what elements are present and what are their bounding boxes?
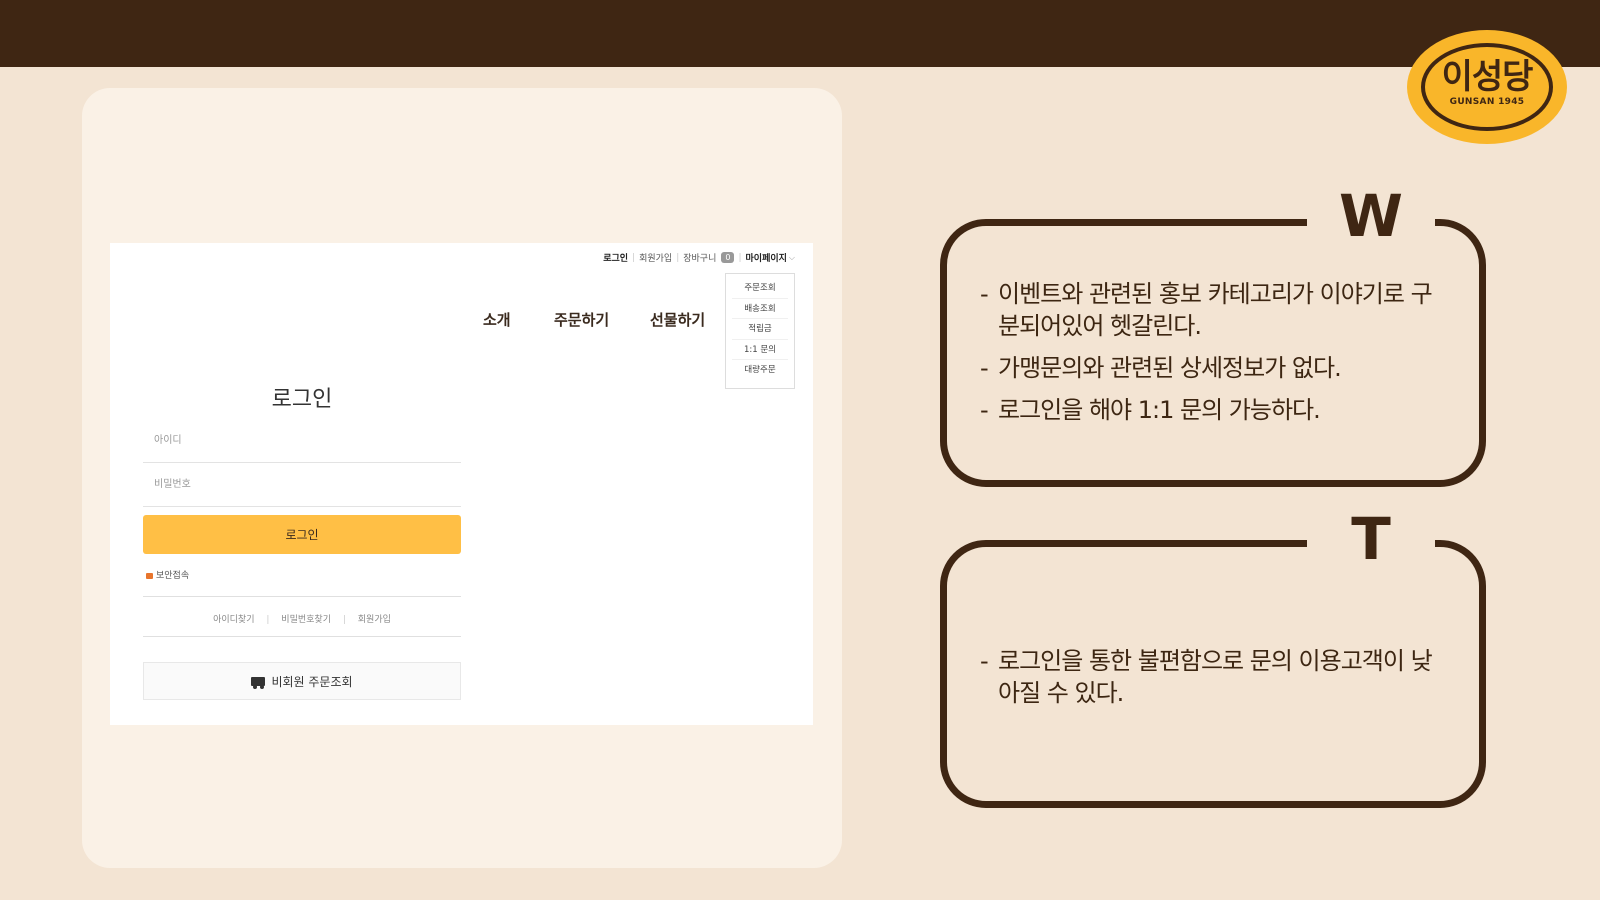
util-separator: | xyxy=(632,252,636,263)
secure-connection[interactable]: 보안접속 xyxy=(146,568,189,581)
id-input[interactable]: 아이디 xyxy=(143,419,461,463)
logo-title: 이성당 xyxy=(1441,57,1534,97)
threat-letter: T xyxy=(1351,505,1391,573)
top-bar xyxy=(0,0,1600,67)
brand-logo: 이성당 GUNSAN 1945 xyxy=(1407,30,1567,144)
website-screenshot: 로그인 | 회원가입 | 장바구니 0 | 마이페이지 ⌵ 주문조회 배송조회 … xyxy=(110,243,813,725)
find-id-link[interactable]: 아이디찾기 xyxy=(213,615,254,625)
login-title: 로그인 xyxy=(271,387,333,412)
utility-menu: 로그인 | 회원가입 | 장바구니 0 | 마이페이지 ⌵ xyxy=(603,251,795,264)
chevron-down-icon: ⌵ xyxy=(788,252,795,262)
nav-item-order[interactable]: 주문하기 xyxy=(554,309,609,330)
threat-list: 로그인을 통한 불편함으로 문의 이용고객이 낮아질 수 있다. xyxy=(980,645,1440,719)
divider xyxy=(143,636,461,637)
mypage-menu-item[interactable]: 주문조회 xyxy=(732,278,788,299)
weakness-item: 가맹문의와 관련된 상세정보가 없다. xyxy=(980,352,1440,384)
guest-order-label: 비회원 주문조회 xyxy=(271,674,353,689)
nav-item-gift[interactable]: 선물하기 xyxy=(650,309,705,330)
weakness-list: 이벤트와 관련된 홍보 카테고리가 이야기로 구분되어있어 헷갈린다. 가맹문의… xyxy=(980,278,1440,436)
truck-icon xyxy=(251,676,266,689)
password-input[interactable]: 비밀번호 xyxy=(143,463,461,507)
divider xyxy=(143,596,461,597)
cart-count-badge: 0 xyxy=(721,252,735,263)
link-separator: | xyxy=(266,615,270,625)
mypage-menu-item[interactable]: 적립금 xyxy=(732,319,788,340)
login-button[interactable]: 로그인 xyxy=(143,515,461,554)
lock-icon xyxy=(146,572,153,579)
mypage-menu-item[interactable]: 1:1 문의 xyxy=(732,340,788,361)
weakness-item: 이벤트와 관련된 홍보 카테고리가 이야기로 구분되어있어 헷갈린다. xyxy=(980,278,1440,342)
weakness-item: 로그인을 해야 1:1 문의 가능하다. xyxy=(980,394,1440,426)
util-login-link[interactable]: 로그인 xyxy=(603,251,628,264)
find-password-link[interactable]: 비밀번호찾기 xyxy=(281,615,331,625)
mypage-dropdown: 주문조회 배송조회 적립금 1:1 문의 대량주문 xyxy=(725,273,795,389)
link-separator: | xyxy=(342,615,346,625)
util-mypage-link[interactable]: 마이페이지 xyxy=(746,251,787,264)
util-separator: | xyxy=(738,252,742,263)
logo-badge: 이성당 GUNSAN 1945 xyxy=(1421,43,1553,131)
util-signup-link[interactable]: 회원가입 xyxy=(639,251,672,264)
util-cart-link[interactable]: 장바구니 xyxy=(683,251,716,264)
mypage-menu-item[interactable]: 대량주문 xyxy=(732,360,788,381)
secure-label: 보안접속 xyxy=(156,571,190,581)
join-link[interactable]: 회원가입 xyxy=(358,615,391,625)
nav-item-intro[interactable]: 소개 xyxy=(483,309,511,330)
mypage-menu-item[interactable]: 배송조회 xyxy=(732,299,788,320)
threat-item: 로그인을 통한 불편함으로 문의 이용고객이 낮아질 수 있다. xyxy=(980,645,1440,709)
logo-subtitle: GUNSAN 1945 xyxy=(1449,97,1525,107)
util-separator: | xyxy=(676,252,680,263)
account-links: 아이디찾기 | 비밀번호찾기 | 회원가입 xyxy=(143,612,461,625)
guest-order-button[interactable]: 비회원 주문조회 xyxy=(143,662,461,700)
weakness-letter: W xyxy=(1339,182,1403,250)
